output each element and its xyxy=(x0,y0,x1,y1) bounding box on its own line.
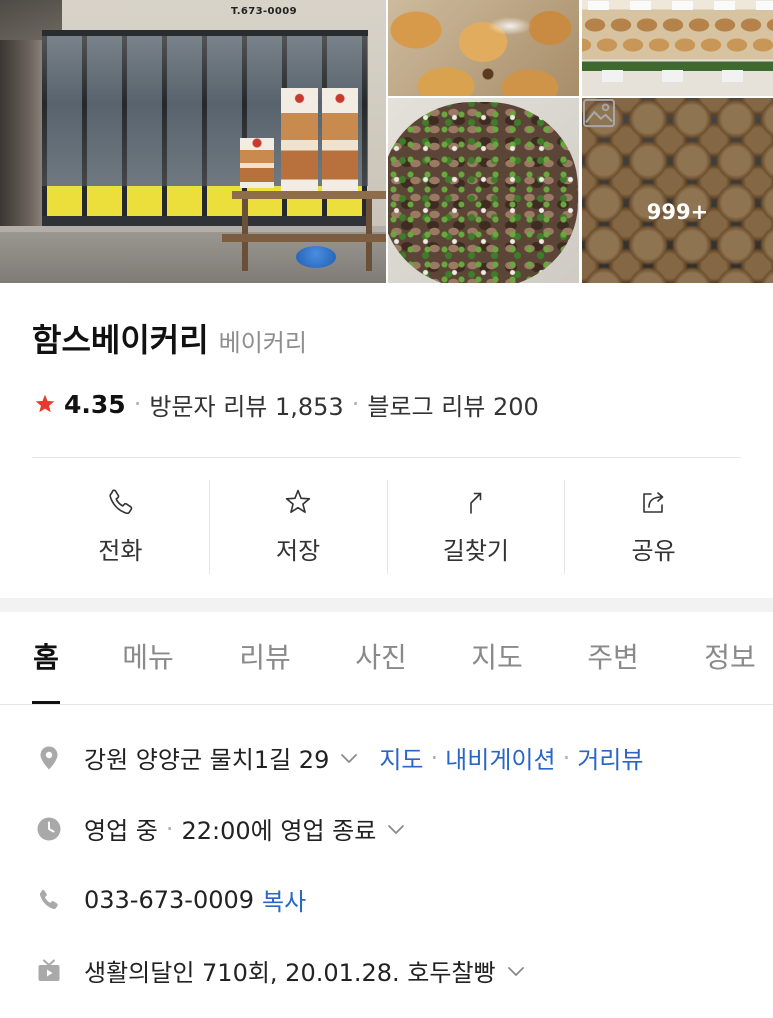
address-row: 강원 양양군 물치1길 29 지도 · 내비게이션 · 거리뷰 xyxy=(0,722,773,793)
tab-home[interactable]: 홈 xyxy=(6,612,86,704)
map-link[interactable]: 지도 xyxy=(379,740,423,775)
storefront-bottom-rail xyxy=(42,216,368,226)
directions-icon xyxy=(470,492,482,514)
photo-bagged-breads[interactable] xyxy=(388,0,579,96)
action-bar: 전화 저장 길찾기 공유 xyxy=(32,480,742,574)
place-name: 함스베이커리 xyxy=(32,321,209,359)
stir-fry-food xyxy=(388,102,578,283)
blue-bucket xyxy=(296,246,336,268)
location-pin-icon xyxy=(40,746,58,769)
tv-appearance-text: 생활의달인 710회, 20.01.28. 호두찰빵 xyxy=(84,959,496,987)
separator-dot: · xyxy=(351,390,360,418)
photo-gallery: T.673-0009 999+ xyxy=(0,0,773,284)
share-icon xyxy=(642,492,663,513)
directions-label: 길찾기 xyxy=(442,537,509,565)
phone-icon xyxy=(39,889,58,909)
separator-dot: · xyxy=(430,743,439,772)
place-title-row: 함스베이커리 베이커리 xyxy=(32,316,307,364)
rating-row: 4.35 · 방문자 리뷰 1,853 · 블로그 리뷰 200 xyxy=(32,384,539,424)
rating-value: 4.35 xyxy=(64,389,126,419)
storefront-phone-sign: T.673-0009 xyxy=(231,6,297,17)
copy-button[interactable]: 복사 xyxy=(262,882,306,917)
tab-map[interactable]: 지도 xyxy=(457,612,537,704)
call-button[interactable]: 전화 xyxy=(32,480,209,574)
address-links: 지도 · 내비게이션 · 거리뷰 xyxy=(379,740,643,775)
picnic-table-top xyxy=(232,191,386,199)
phone-icon xyxy=(109,489,133,515)
more-photos-count: 999+ xyxy=(646,200,709,224)
chevron-down-icon[interactable] xyxy=(337,746,361,770)
storefront-poster xyxy=(281,88,318,192)
tab-reviews[interactable]: 리뷰 xyxy=(225,612,305,704)
tv-appearance-row[interactable]: 생활의달인 710회, 20.01.28. 호두찰빵 xyxy=(0,935,773,1006)
place-category: 베이커리 xyxy=(218,329,307,357)
active-tab-indicator xyxy=(32,701,60,704)
rating-star-icon xyxy=(35,394,55,413)
share-button[interactable]: 공유 xyxy=(564,480,742,574)
tv-icon xyxy=(38,959,60,981)
hours-status: 영업 중 xyxy=(84,817,158,845)
save-button[interactable]: 저장 xyxy=(208,480,387,574)
photo-bread-display[interactable] xyxy=(582,0,773,96)
storefront-poster xyxy=(240,138,274,188)
visitor-reviews-link[interactable]: 방문자 리뷰 1,853 xyxy=(149,387,343,422)
section-divider xyxy=(0,598,773,612)
hours-detail: 22:00에 영업 종료 xyxy=(181,817,377,845)
call-label: 전화 xyxy=(98,537,143,565)
hours-row[interactable]: 영업 중 · 22:00에 영업 종료 xyxy=(0,793,773,864)
chevron-down-icon[interactable] xyxy=(504,959,528,983)
storefront-poster xyxy=(322,88,358,192)
photo-stir-fry-dish[interactable] xyxy=(388,98,579,283)
separator-dot: · xyxy=(562,743,571,772)
photo-walnut-breads-more[interactable]: 999+ xyxy=(582,98,773,283)
separator-dot: · xyxy=(133,390,142,418)
divider xyxy=(32,457,741,458)
more-photos-overlay xyxy=(582,98,773,283)
phone-number[interactable]: 033-673-0009 xyxy=(84,886,254,914)
star-outline-icon xyxy=(285,489,311,514)
blog-reviews-link[interactable]: 블로그 리뷰 200 xyxy=(367,387,538,422)
tab-menu[interactable]: 메뉴 xyxy=(108,612,188,704)
share-label: 공유 xyxy=(631,537,676,565)
tab-nearby[interactable]: 주변 xyxy=(573,612,653,704)
clock-icon xyxy=(37,817,61,840)
save-label: 저장 xyxy=(276,537,321,565)
address-text[interactable]: 강원 양양군 물치1길 29 xyxy=(84,740,329,775)
navigation-link[interactable]: 내비게이션 xyxy=(445,740,555,775)
storefront-pillar xyxy=(0,40,42,228)
tab-bar: 홈 메뉴 리뷰 사진 지도 주변 정보 xyxy=(0,612,773,705)
photo-storefront[interactable]: T.673-0009 xyxy=(0,0,386,283)
tab-info[interactable]: 정보 xyxy=(690,612,770,704)
chevron-down-icon[interactable] xyxy=(384,817,408,841)
picnic-bench xyxy=(222,234,386,242)
tab-photos[interactable]: 사진 xyxy=(341,612,421,704)
separator-dot: · xyxy=(165,814,174,843)
phone-row: 033-673-0009 복사 xyxy=(0,864,773,935)
directions-button[interactable]: 길찾기 xyxy=(386,480,565,574)
storefront-glass-doors xyxy=(42,30,368,186)
street-view-link[interactable]: 거리뷰 xyxy=(577,740,643,775)
